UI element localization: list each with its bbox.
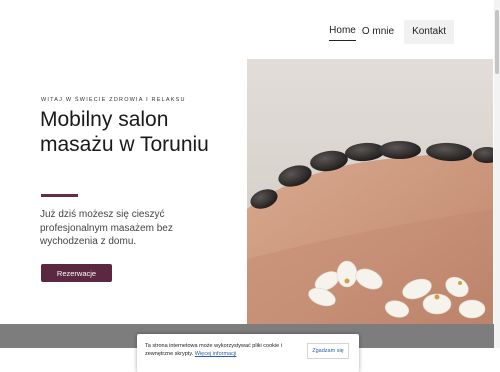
cookie-banner: Ta strona internetowa może wykorzystywać… <box>137 334 359 372</box>
cookie-accept-button[interactable]: Zgadzam się <box>307 343 349 359</box>
nav-contact-button[interactable]: Kontakt <box>404 20 454 44</box>
scrollbar-thumb[interactable] <box>495 10 499 74</box>
hero-massage-photo <box>247 59 493 324</box>
hero-divider <box>41 194 78 197</box>
page-scrollbar[interactable] <box>494 0 500 348</box>
hero-eyebrow: WITAJ W ŚWIECIE ZDROWIA I RELAKSU <box>41 97 186 103</box>
nav-home-link[interactable]: Home <box>329 24 356 41</box>
reservation-button[interactable]: Rezerwacje <box>41 264 112 282</box>
main-nav: Home O mnie Kontakt <box>323 20 454 44</box>
cookie-message: Ta strona internetowa może wykorzystywać… <box>145 342 295 358</box>
hero-lead: Już dziś możesz się cieszyć profesjonaln… <box>40 209 173 247</box>
hero-title: Mobilny salon masażu w Toruniu <box>40 108 209 156</box>
cookie-more-info-link[interactable]: Więcej informacji <box>195 351 237 357</box>
nav-about-link[interactable]: O mnie <box>362 25 394 39</box>
